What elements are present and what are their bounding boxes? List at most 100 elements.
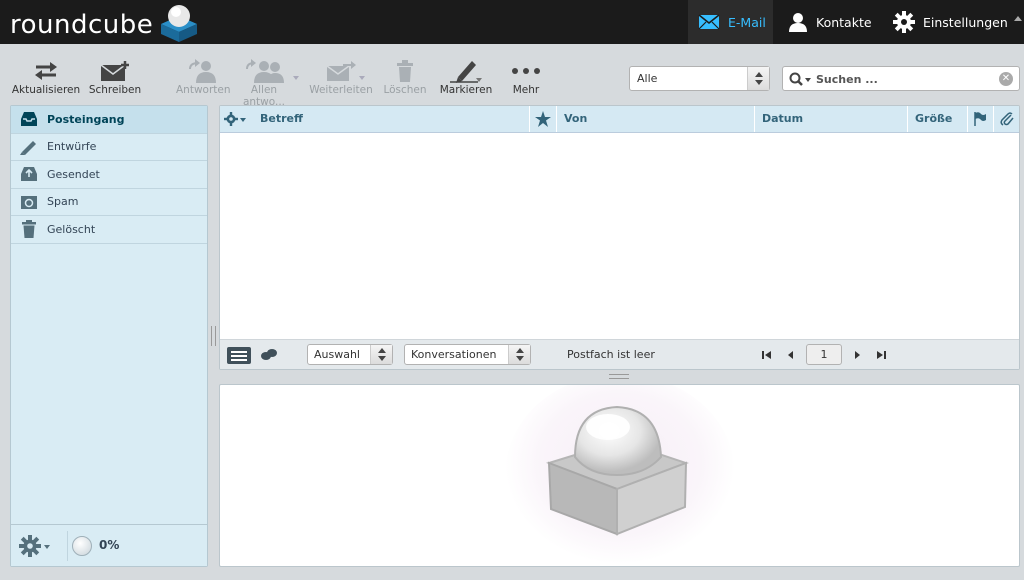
reply-all-icon	[246, 59, 284, 83]
folder-pane-footer: 0%	[11, 524, 207, 566]
search-clear-icon[interactable]: ✕	[999, 72, 1013, 86]
message-list-footer: Auswahl Konversationen Postfach ist leer…	[220, 339, 1019, 369]
person-icon	[789, 13, 807, 32]
mark-label: Markieren	[439, 84, 493, 96]
refresh-icon	[35, 62, 57, 80]
preview-pane	[219, 384, 1020, 567]
more-dots-icon	[512, 68, 540, 74]
search-options-icon[interactable]	[789, 72, 813, 86]
selection-spinner-icon	[370, 345, 392, 364]
quota-pie-icon	[72, 536, 92, 556]
column-flag[interactable]	[967, 106, 993, 132]
page-number-input[interactable]: 1	[806, 344, 842, 365]
trash-icon	[19, 220, 39, 239]
folder-spam[interactable]: Spam	[11, 189, 207, 216]
column-size[interactable]: Größe	[907, 106, 967, 132]
footer-divider	[67, 531, 68, 561]
selection-select[interactable]: Auswahl	[307, 344, 393, 365]
refresh-label: Aktualisieren	[11, 84, 81, 96]
folder-trash[interactable]: Gelöscht	[11, 216, 207, 244]
folder-options-gear-icon[interactable]	[19, 535, 53, 557]
folder-label: Entwürfe	[47, 140, 97, 154]
filter-select[interactable]: Alle	[629, 66, 770, 91]
search-input[interactable]	[816, 71, 996, 87]
threads-label: Konversationen	[411, 348, 497, 361]
topbar-menu-arrow-icon[interactable]	[1014, 16, 1022, 21]
vertical-splitter-handle[interactable]	[211, 326, 216, 346]
delete-label: Löschen	[383, 84, 427, 96]
folder-label: Posteingang	[47, 112, 125, 126]
reply-label: Antworten	[176, 84, 231, 96]
column-subject-label: Betreff	[260, 112, 303, 125]
forward-icon	[326, 61, 356, 81]
nav-contacts-label: Kontakte	[816, 14, 872, 30]
column-size-label: Größe	[915, 112, 953, 125]
nav-settings[interactable]: Einstellungen	[893, 0, 1008, 44]
star-icon	[535, 111, 551, 127]
spam-icon	[19, 193, 39, 211]
mark-button[interactable]: Markieren	[438, 58, 494, 96]
first-page-icon[interactable]	[761, 349, 773, 361]
threads-select[interactable]: Konversationen	[404, 344, 531, 365]
folder-inbox[interactable]: Posteingang	[11, 106, 207, 134]
column-from[interactable]: Von	[556, 106, 754, 132]
message-list: Betreff Von Datum Größe Auswahl Konversa…	[219, 105, 1020, 370]
filter-selected-value: Alle	[637, 72, 658, 85]
envelope-icon	[698, 14, 720, 30]
message-list-header: Betreff Von Datum Größe	[220, 106, 1019, 133]
logo-cube-icon	[161, 5, 198, 42]
next-page-icon[interactable]	[851, 349, 863, 361]
selection-label: Auswahl	[314, 348, 360, 361]
compose-label: Schreiben	[88, 84, 142, 96]
column-date[interactable]: Datum	[754, 106, 907, 132]
compose-icon	[100, 61, 129, 81]
list-status: Postfach ist leer	[567, 348, 655, 361]
reply-button[interactable]: Antworten	[176, 58, 231, 96]
column-flag-star[interactable]	[529, 106, 556, 132]
roundcube-watermark-logo	[505, 385, 735, 566]
pencil-icon	[19, 138, 39, 156]
quota-text: 0%	[99, 538, 120, 552]
compose-button[interactable]: Schreiben	[86, 58, 144, 96]
more-button[interactable]: Mehr	[506, 58, 546, 96]
folder-drafts[interactable]: Entwürfe	[11, 134, 207, 161]
list-view-icon[interactable]	[227, 347, 251, 364]
top-bar: roundcube E-Mail Kontakte Einstellungen	[0, 0, 1024, 44]
list-options-menu[interactable]	[220, 106, 253, 132]
nav-settings-label: Einstellungen	[923, 14, 1008, 30]
folder-pane: Posteingang Entwürfe Gesendet Spam Gelös…	[10, 105, 208, 567]
column-subject[interactable]: Betreff	[253, 106, 529, 132]
horizontal-splitter-handle[interactable]	[609, 374, 629, 379]
refresh-button[interactable]: Aktualisieren	[10, 58, 82, 96]
threads-spinner-icon	[508, 345, 530, 364]
filter-spinner-icon	[747, 67, 769, 90]
gear-icon	[893, 11, 915, 33]
reply-icon	[189, 59, 216, 83]
last-page-icon[interactable]	[875, 349, 887, 361]
folder-label: Gelöscht	[47, 222, 96, 236]
column-attachment[interactable]	[993, 106, 1019, 132]
nav-mail-label: E-Mail	[728, 14, 766, 30]
flag-icon	[974, 112, 986, 126]
sent-icon	[19, 165, 39, 183]
delete-button[interactable]: Löschen	[382, 58, 428, 96]
nav-mail[interactable]: E-Mail	[688, 0, 773, 44]
column-date-label: Datum	[762, 112, 804, 125]
nav-contacts[interactable]: Kontakte	[788, 0, 872, 44]
forward-label: Weiterleiten	[309, 84, 373, 96]
reply-all-button[interactable]: Allen antwo...	[234, 58, 294, 108]
column-from-label: Von	[564, 112, 588, 125]
paperclip-icon	[1000, 112, 1014, 126]
previous-page-icon[interactable]	[785, 349, 797, 361]
inbox-icon	[19, 110, 39, 128]
list-options-gear-icon	[224, 112, 246, 126]
trash-icon	[397, 60, 413, 82]
folder-sent[interactable]: Gesendet	[11, 161, 207, 189]
folder-label: Gesendet	[47, 167, 100, 181]
folder-label: Spam	[47, 195, 79, 209]
search-box: ✕	[782, 66, 1020, 91]
roundcube-logo[interactable]: roundcube	[10, 5, 201, 44]
logo-text: roundcube	[10, 10, 154, 40]
thread-view-icon[interactable]	[260, 348, 278, 362]
more-label: Mehr	[512, 84, 540, 96]
